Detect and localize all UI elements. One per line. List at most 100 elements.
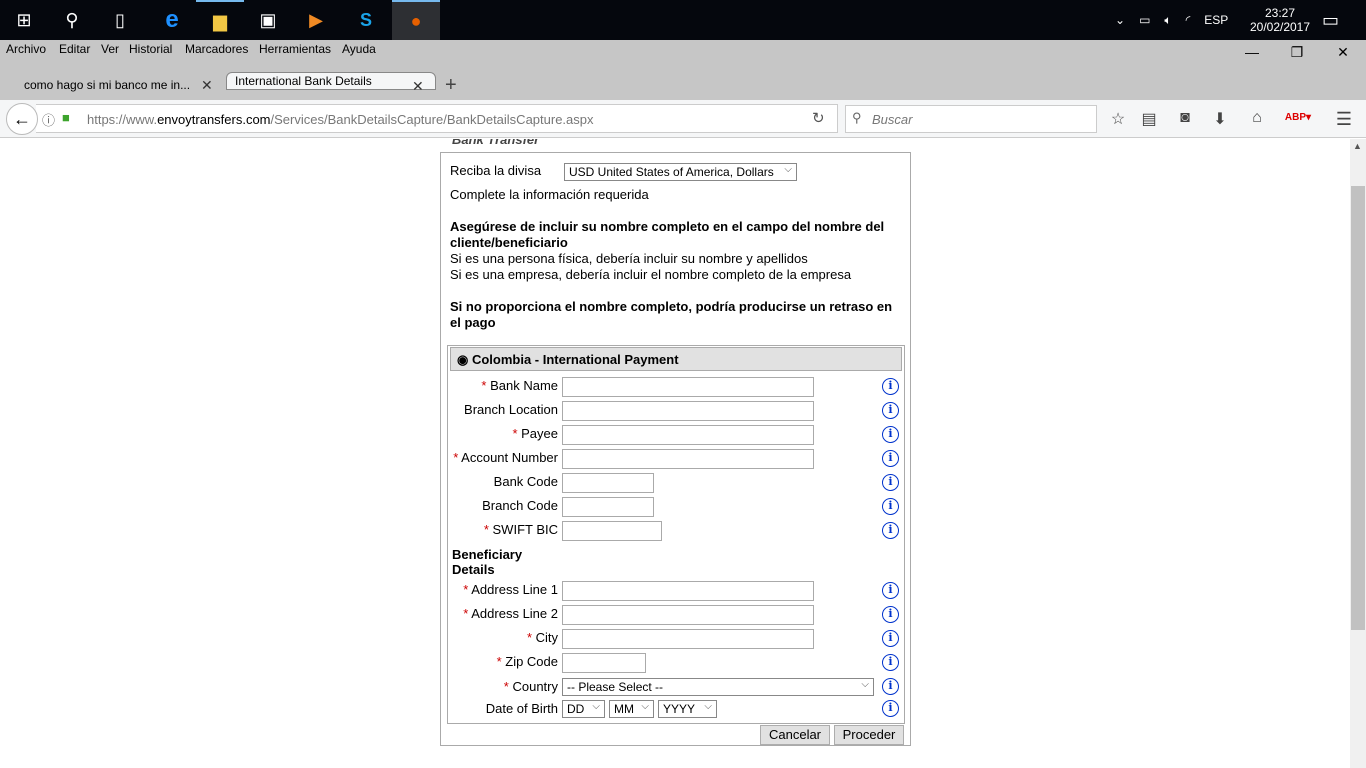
file-explorer-icon[interactable]: ▆: [196, 0, 244, 40]
lock-icon: ■: [62, 110, 70, 125]
country-label: * Country: [503, 679, 558, 694]
info-icon[interactable]: i: [882, 582, 899, 599]
hamburger-menu-icon[interactable]: ☰: [1333, 109, 1355, 130]
dob-label: Date of Birth: [485, 701, 558, 716]
info-icon[interactable]: i: [882, 700, 899, 717]
search-placeholder: Buscar: [872, 112, 913, 127]
branch-location-input[interactable]: [562, 401, 814, 421]
dob-year-select[interactable]: YYYY ⌵: [658, 700, 717, 718]
tab-label: International Bank Details: [235, 74, 372, 88]
close-tab-icon[interactable]: ✕: [412, 78, 424, 95]
edge-icon[interactable]: e: [148, 0, 196, 40]
search-icon[interactable]: ⚲: [48, 0, 96, 40]
store-icon[interactable]: ▣: [244, 0, 292, 40]
info-icon[interactable]: i: [882, 654, 899, 671]
adblock-icon[interactable]: ABP▾: [1283, 112, 1313, 123]
info-icon[interactable]: i: [882, 630, 899, 647]
restore-button[interactable]: ❐: [1285, 44, 1309, 61]
notifications-icon[interactable]: ▭: [1322, 0, 1339, 40]
windows-start-icon[interactable]: ⊞: [0, 0, 48, 40]
zip-code-input[interactable]: [562, 653, 646, 673]
info-icon[interactable]: i: [882, 378, 899, 395]
clock[interactable]: 23:27 20/02/2017: [1248, 0, 1312, 40]
warning-company: Si es una empresa, debería incluir el no…: [450, 267, 852, 282]
minimize-button[interactable]: —: [1240, 44, 1264, 60]
menu-editar[interactable]: Editar: [59, 42, 90, 56]
back-button[interactable]: ←: [6, 103, 38, 135]
field-label: * Bank Name: [481, 378, 558, 393]
payment-option[interactable]: ◉ Colombia - International Payment: [450, 347, 902, 371]
tab-inactive[interactable]: como hago si mi banco me in... ✕: [0, 72, 222, 100]
dob-month-select[interactable]: MM ⌵: [609, 700, 654, 718]
info-icon[interactable]: i: [882, 606, 899, 623]
delay-warning: Si no proporciona el nombre completo, po…: [450, 299, 893, 330]
field-label: * City: [526, 630, 558, 645]
field-label: * Account Number: [453, 450, 558, 465]
scroll-up-icon[interactable]: ▲: [1353, 141, 1362, 151]
reload-icon[interactable]: ↻: [812, 109, 825, 127]
proceed-button[interactable]: Proceder: [834, 725, 904, 745]
currency-select[interactable]: USD United States of America, Dollars ⌵: [564, 163, 797, 181]
field-label: Bank Code: [493, 474, 558, 489]
menu-marcadores[interactable]: Marcadores: [185, 42, 248, 56]
search-icon: ⚲: [852, 110, 862, 125]
info-icon[interactable]: i: [882, 498, 899, 515]
field-label: * SWIFT BIC: [483, 522, 558, 537]
media-player-icon[interactable]: ▶: [292, 0, 340, 40]
clock-date: 20/02/2017: [1249, 20, 1311, 34]
home-icon[interactable]: ⌂: [1246, 109, 1268, 127]
radio-selected-icon[interactable]: ◉: [457, 352, 468, 367]
info-icon[interactable]: i: [882, 426, 899, 443]
address-line-2-input[interactable]: [562, 605, 814, 625]
payee-input[interactable]: [562, 425, 814, 445]
menu-herramientas[interactable]: Herramientas: [259, 42, 331, 56]
language-indicator[interactable]: ESP: [1204, 13, 1228, 27]
tab-active[interactable]: International Bank Details ✕: [226, 72, 436, 94]
city-input[interactable]: [562, 629, 814, 649]
search-box[interactable]: ⚲ Buscar: [845, 105, 1097, 133]
menu-archivo[interactable]: Archivo: [6, 42, 46, 56]
volume-icon[interactable]: 🔈︎: [1164, 13, 1171, 28]
bookmark-star-icon[interactable]: ☆: [1107, 109, 1129, 129]
wifi-icon[interactable]: ◜: [1186, 13, 1191, 27]
info-icon[interactable]: i: [882, 474, 899, 491]
download-icon[interactable]: ⬇: [1209, 109, 1231, 129]
address-line-1-input[interactable]: [562, 581, 814, 601]
chevron-up-icon[interactable]: ⌄: [1115, 13, 1125, 27]
clock-time: 23:27: [1264, 6, 1296, 20]
bank-code-input[interactable]: [562, 473, 654, 493]
swift-bic-input[interactable]: [562, 521, 662, 541]
new-tab-button[interactable]: +: [445, 74, 457, 97]
menu-historial[interactable]: Historial: [129, 42, 172, 56]
skype-icon[interactable]: S: [342, 0, 390, 40]
url-bar[interactable]: ⓘ ■ https://www.envoytransfers.com/Servi…: [36, 104, 838, 133]
section-title: Bank Transfer: [452, 139, 540, 147]
info-icon[interactable]: ⓘ: [42, 110, 55, 129]
info-icon[interactable]: i: [882, 402, 899, 419]
close-tab-icon[interactable]: ✕: [201, 77, 213, 94]
battery-icon[interactable]: ▭: [1139, 13, 1150, 27]
info-icon[interactable]: i: [882, 450, 899, 467]
account-number-input[interactable]: [562, 449, 814, 469]
page-content: Bank Transfer Reciba la divisa USD Unite…: [0, 139, 1350, 768]
currency-label: Reciba la divisa: [450, 163, 542, 178]
scrollbar-thumb[interactable]: [1351, 186, 1365, 630]
menu-ver[interactable]: Ver: [101, 42, 119, 56]
reading-list-icon[interactable]: ▤: [1138, 109, 1160, 129]
menu-ayuda[interactable]: Ayuda: [342, 42, 376, 56]
pocket-icon[interactable]: ◙: [1174, 109, 1196, 127]
task-view-icon[interactable]: ▯: [96, 0, 144, 40]
tab-bar: como hago si mi banco me in... ✕ Interna…: [0, 72, 1366, 100]
info-icon[interactable]: i: [882, 522, 899, 539]
dob-day-select[interactable]: DD ⌵: [562, 700, 605, 718]
info-icon[interactable]: i: [882, 678, 899, 695]
payment-option-label: Colombia - International Payment: [471, 352, 679, 367]
country-select[interactable]: -- Please Select -- ⌵: [562, 678, 874, 696]
bank-name-input[interactable]: [562, 377, 814, 397]
close-window-button[interactable]: ✕: [1331, 44, 1355, 61]
url-text[interactable]: https://www.envoytransfers.com/Services/…: [87, 112, 594, 127]
field-label: * Zip Code: [496, 654, 558, 669]
branch-code-input[interactable]: [562, 497, 654, 517]
firefox-icon[interactable]: ●: [392, 0, 440, 40]
cancel-button[interactable]: Cancelar: [760, 725, 830, 745]
